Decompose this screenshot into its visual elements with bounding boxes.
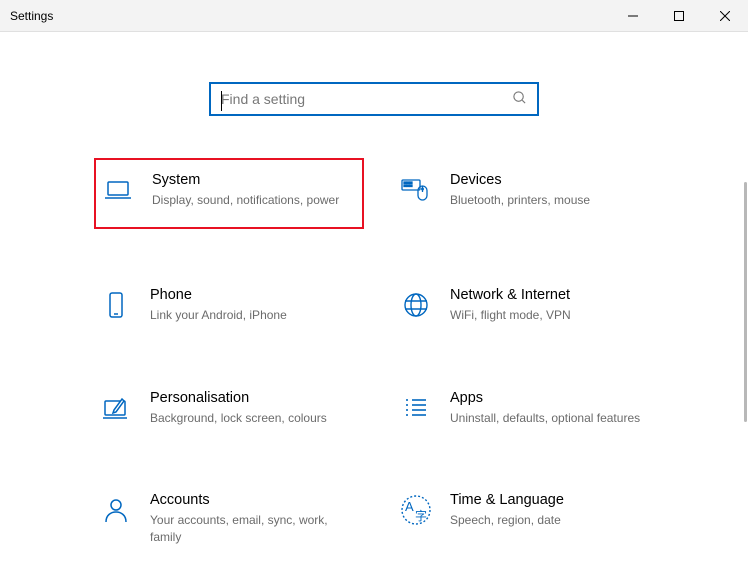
- content-area: System Display, sound, notifications, po…: [0, 32, 748, 571]
- tile-subtitle: Uninstall, defaults, optional features: [450, 410, 654, 427]
- tile-title: Devices: [450, 172, 654, 188]
- window-controls: [610, 0, 748, 32]
- paint-icon: [100, 392, 132, 424]
- tile-title: Personalisation: [150, 390, 354, 406]
- tile-subtitle: Speech, region, date: [450, 512, 654, 529]
- tile-title: Accounts: [150, 492, 354, 508]
- devices-icon: [400, 174, 432, 206]
- tile-text: Time & Language Speech, region, date: [450, 492, 658, 529]
- language-icon: A 字: [400, 494, 432, 526]
- tile-subtitle: Display, sound, notifications, power: [152, 192, 352, 209]
- tile-devices[interactable]: Devices Bluetooth, printers, mouse: [394, 164, 664, 229]
- svg-text:A: A: [405, 499, 414, 514]
- tile-title: System: [152, 172, 352, 188]
- tile-title: Apps: [450, 390, 654, 406]
- phone-icon: [100, 289, 132, 321]
- tile-time-language[interactable]: A 字 Time & Language Speech, region, date: [394, 484, 664, 554]
- tile-title: Phone: [150, 287, 354, 303]
- search-input[interactable]: [221, 91, 512, 107]
- tile-text: System Display, sound, notifications, po…: [152, 172, 356, 209]
- minimize-button[interactable]: [610, 0, 656, 32]
- tile-phone[interactable]: Phone Link your Android, iPhone: [94, 279, 364, 332]
- tile-subtitle: Bluetooth, printers, mouse: [450, 192, 654, 209]
- text-cursor: [221, 91, 222, 111]
- tile-subtitle: Link your Android, iPhone: [150, 307, 354, 324]
- tile-accounts[interactable]: Accounts Your accounts, email, sync, wor…: [94, 484, 364, 554]
- laptop-icon: [102, 174, 134, 206]
- tile-text: Devices Bluetooth, printers, mouse: [450, 172, 658, 209]
- tile-text: Phone Link your Android, iPhone: [150, 287, 358, 324]
- tile-text: Accounts Your accounts, email, sync, wor…: [150, 492, 358, 546]
- tile-subtitle: Your accounts, email, sync, work, family: [150, 512, 354, 546]
- apps-icon: [400, 392, 432, 424]
- svg-text:字: 字: [415, 508, 427, 523]
- tile-text: Network & Internet WiFi, flight mode, VP…: [450, 287, 658, 324]
- settings-grid: System Display, sound, notifications, po…: [84, 164, 664, 554]
- tile-subtitle: Background, lock screen, colours: [150, 410, 354, 427]
- tile-text: Apps Uninstall, defaults, optional featu…: [450, 390, 658, 427]
- titlebar: Settings: [0, 0, 748, 32]
- tile-title: Time & Language: [450, 492, 654, 508]
- tile-title: Network & Internet: [450, 287, 654, 303]
- person-icon: [100, 494, 132, 526]
- tile-system[interactable]: System Display, sound, notifications, po…: [94, 158, 364, 229]
- tile-apps[interactable]: Apps Uninstall, defaults, optional featu…: [394, 382, 664, 435]
- window-title: Settings: [10, 9, 53, 23]
- tile-subtitle: WiFi, flight mode, VPN: [450, 307, 654, 324]
- tile-text: Personalisation Background, lock screen,…: [150, 390, 358, 427]
- tile-personalisation[interactable]: Personalisation Background, lock screen,…: [94, 382, 364, 435]
- globe-icon: [400, 289, 432, 321]
- search-container: [0, 82, 748, 116]
- search-box[interactable]: [209, 82, 539, 116]
- search-icon: [512, 90, 527, 108]
- maximize-button[interactable]: [656, 0, 702, 32]
- tile-network[interactable]: Network & Internet WiFi, flight mode, VP…: [394, 279, 664, 332]
- close-button[interactable]: [702, 0, 748, 32]
- scrollbar[interactable]: [744, 182, 747, 422]
